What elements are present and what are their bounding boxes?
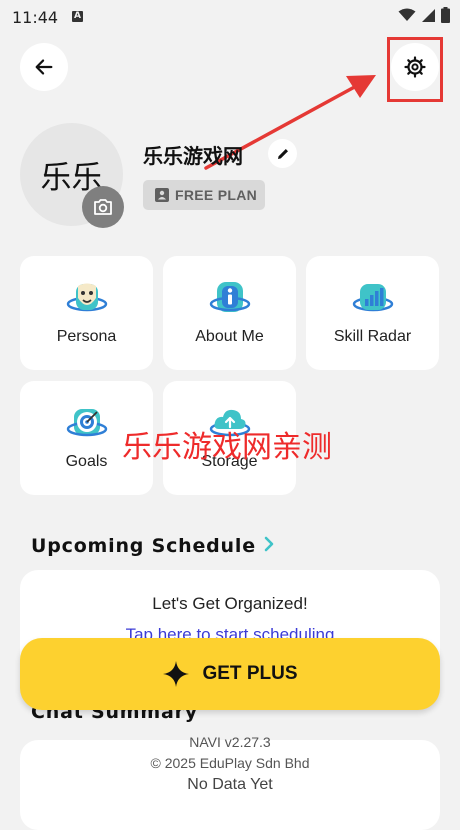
username: 乐乐游戏网 (143, 144, 243, 168)
sparkle-icon (163, 661, 190, 687)
tile-persona[interactable]: Persona (20, 256, 153, 370)
chat-summary-empty: No Data Yet (187, 776, 273, 793)
edit-name-button[interactable] (268, 139, 297, 168)
plan-badge: FREE PLAN (143, 180, 265, 210)
chevron-right-icon[interactable] (262, 534, 276, 554)
target-icon (66, 409, 108, 437)
upcoming-schedule-title: Upcoming Schedule (31, 535, 256, 557)
change-photo-button[interactable] (82, 186, 124, 228)
tile-about-me[interactable]: About Me (163, 256, 296, 370)
tile-skill-radar-label: Skill Radar (333, 328, 412, 345)
copyright: © 2025 EduPlay Sdn Bhd (150, 755, 310, 771)
get-plus-label: GET PLUS (202, 663, 298, 684)
watermark-text: 乐乐游戏网亲测 (122, 430, 332, 465)
id-badge-icon (155, 188, 169, 202)
info-icon (209, 282, 251, 312)
schedule-card-title: Let's Get Organized! (152, 594, 308, 613)
plan-label: FREE PLAN (175, 187, 258, 203)
tile-skill-radar[interactable]: Skill Radar (306, 256, 439, 370)
pencil-icon (277, 148, 288, 159)
tile-persona-label: Persona (56, 328, 117, 345)
mask-icon (66, 283, 108, 312)
camera-icon (94, 199, 112, 215)
bar-chart-icon (352, 284, 394, 312)
app-version: NAVI v2.27.3 (189, 734, 271, 750)
get-plus-button[interactable]: GET PLUS (20, 638, 440, 710)
tile-about-me-label: About Me (195, 328, 264, 345)
